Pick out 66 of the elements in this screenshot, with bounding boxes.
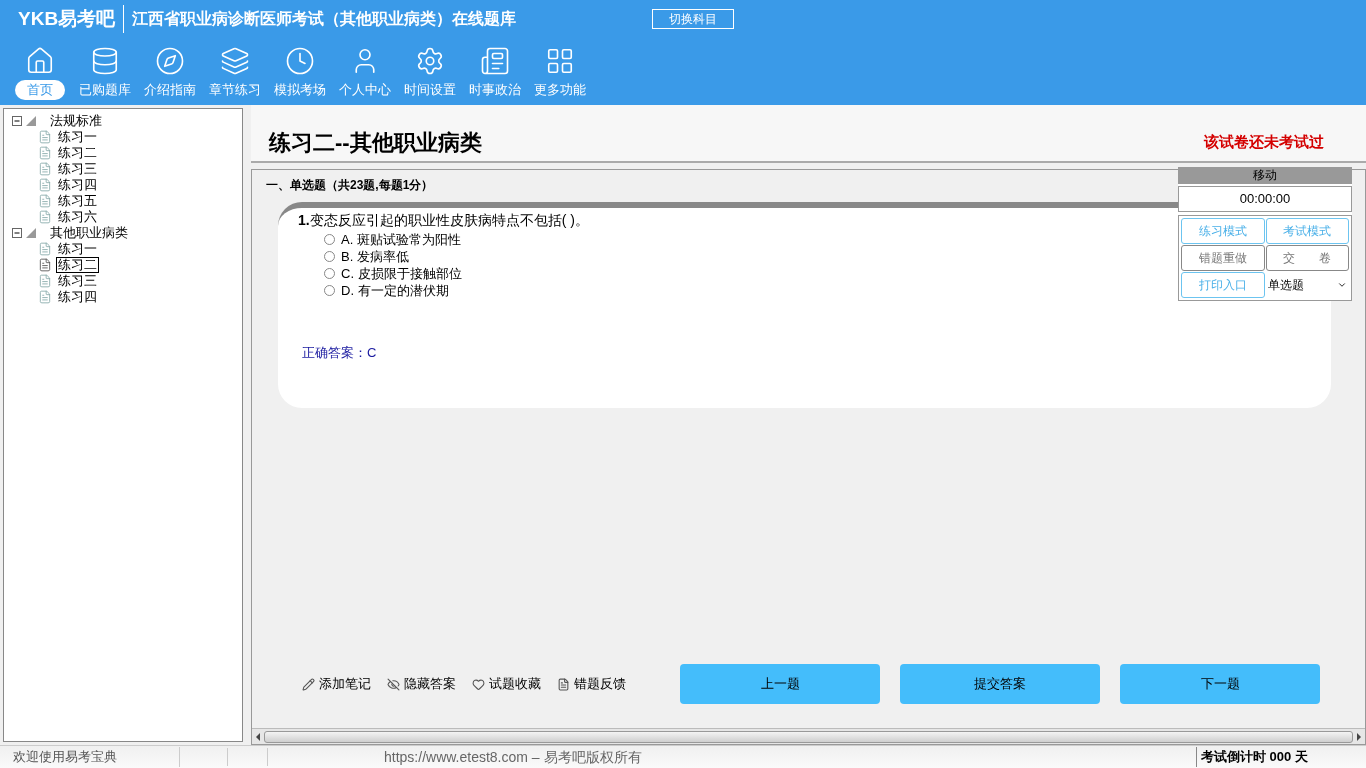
document-icon bbox=[38, 290, 52, 304]
nav-button[interactable]: 上一题 bbox=[680, 664, 880, 704]
tree-item[interactable]: 练习一 bbox=[56, 242, 99, 256]
scroll-right-icon[interactable] bbox=[1357, 732, 1361, 741]
timer-display: 00:00:00 bbox=[1178, 186, 1352, 212]
copyright-text: https://www.etest8.com – 易考吧版权所有 bbox=[384, 747, 642, 767]
tree-item[interactable]: 练习四 bbox=[56, 178, 99, 192]
status-welcome: 欢迎使用易考宝典 bbox=[0, 747, 180, 767]
logo: YKB易考吧 bbox=[18, 4, 125, 34]
tree-item[interactable]: 法规标准 bbox=[50, 111, 102, 131]
document-icon bbox=[38, 258, 52, 272]
collapse-toggle[interactable] bbox=[12, 116, 22, 126]
exam-countdown: 考试倒计时 000 天 bbox=[1196, 747, 1366, 767]
mode-button[interactable]: 交 卷 bbox=[1265, 245, 1349, 271]
question-text: 变态反应引起的职业性皮肤病特点不包括( )。 bbox=[309, 211, 589, 230]
document-icon bbox=[38, 162, 52, 176]
triangle-icon bbox=[26, 116, 36, 126]
tree-item[interactable]: 练习四 bbox=[56, 290, 99, 304]
document-icon bbox=[38, 242, 52, 256]
paper-title: 练习二--其他职业病类 bbox=[269, 129, 482, 157]
panel-title[interactable]: 移动 bbox=[1178, 167, 1352, 184]
action-link[interactable]: 添加笔记 bbox=[319, 674, 371, 694]
action-link[interactable]: 隐藏答案 bbox=[404, 674, 456, 694]
document-icon bbox=[38, 210, 52, 224]
radio-button[interactable] bbox=[324, 268, 335, 279]
question-number: 1. bbox=[298, 211, 310, 230]
nav-button[interactable]: 提交答案 bbox=[900, 664, 1100, 704]
tree-item[interactable]: 练习三 bbox=[56, 274, 99, 288]
mode-button[interactable]: 错题重做 bbox=[1181, 245, 1265, 271]
pencil-icon[interactable] bbox=[302, 677, 315, 691]
document-icon bbox=[38, 194, 52, 208]
tree-item[interactable]: 练习二 bbox=[56, 146, 99, 160]
document-icon bbox=[38, 178, 52, 192]
radio-button[interactable] bbox=[324, 251, 335, 262]
scrollbar-thumb[interactable] bbox=[264, 730, 1353, 743]
tree-item[interactable]: 其他职业病类 bbox=[50, 223, 128, 243]
newspaper-icon[interactable] bbox=[479, 46, 510, 76]
radio-button[interactable] bbox=[324, 234, 335, 245]
horizontal-scrollbar[interactable] bbox=[252, 728, 1365, 744]
compass-icon[interactable] bbox=[154, 46, 185, 76]
section-heading: 一、单选题（共23题,每题1分） bbox=[266, 177, 435, 194]
tree-item[interactable]: 练习五 bbox=[56, 194, 99, 208]
document-icon bbox=[38, 130, 52, 144]
document-icon[interactable] bbox=[557, 677, 570, 691]
question-type-select[interactable]: 单选题 bbox=[1265, 272, 1349, 298]
radio-button[interactable] bbox=[324, 285, 335, 296]
tree-item[interactable]: 练习三 bbox=[56, 162, 99, 176]
clock-icon[interactable] bbox=[284, 46, 315, 76]
collapse-toggle[interactable] bbox=[12, 228, 22, 238]
exam-status: 该试卷还未考试过 bbox=[1204, 131, 1324, 152]
tree-item[interactable]: 练习一 bbox=[56, 130, 99, 144]
nav-button[interactable]: 下一题 bbox=[1120, 664, 1320, 704]
dropdown-icon[interactable] bbox=[1337, 280, 1347, 290]
document-icon bbox=[38, 146, 52, 160]
correct-answer: 正确答案：C bbox=[302, 344, 378, 362]
tree-item[interactable]: 练习六 bbox=[56, 210, 99, 224]
eye-off-icon[interactable] bbox=[387, 677, 400, 691]
scroll-left-icon[interactable] bbox=[256, 732, 260, 741]
layers-icon[interactable] bbox=[219, 46, 250, 76]
triangle-icon bbox=[26, 228, 36, 238]
heart-icon[interactable] bbox=[472, 677, 485, 691]
document-icon bbox=[38, 274, 52, 288]
action-link[interactable]: 错题反馈 bbox=[574, 674, 626, 694]
window-title: 江西省职业病诊断医师考试（其他职业病类）在线题库 bbox=[131, 9, 517, 29]
tree-item[interactable]: 练习二 bbox=[56, 257, 99, 273]
action-link[interactable]: 试题收藏 bbox=[489, 674, 541, 694]
